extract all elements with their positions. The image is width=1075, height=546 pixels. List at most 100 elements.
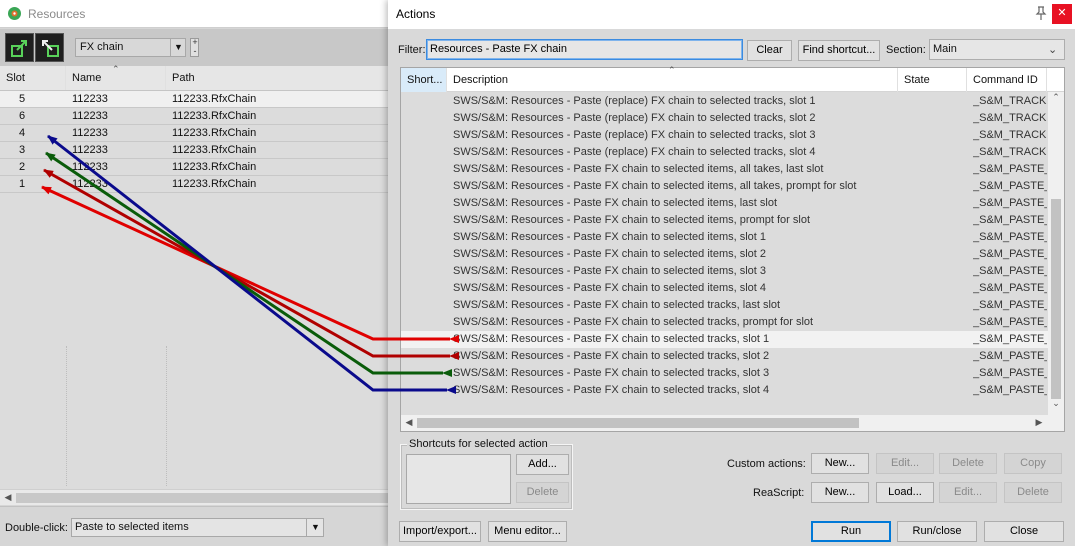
- action-command-id: _S&M_PASTE_: [973, 282, 1047, 294]
- table-row[interactable]: 4 112233 112233.RfxChain: [0, 125, 390, 142]
- scroll-right-icon[interactable]: ▶: [1033, 417, 1045, 428]
- action-description: SWS/S&M: Resources - Paste (replace) FX …: [453, 95, 816, 107]
- list-item[interactable]: SWS/S&M: Resources - Paste FX chain to s…: [401, 229, 1048, 246]
- run-button[interactable]: Run: [811, 521, 891, 542]
- list-item[interactable]: SWS/S&M: Resources - Paste FX chain to s…: [401, 331, 1048, 348]
- resources-list-header: Slot Name ⌃ Path: [0, 64, 390, 91]
- import-export-button[interactable]: Import/export...: [399, 521, 481, 542]
- list-item[interactable]: SWS/S&M: Resources - Paste (replace) FX …: [401, 93, 1048, 110]
- action-command-id: _S&M_TRACKF: [973, 112, 1047, 124]
- resources-hscrollbar[interactable]: ◀: [0, 489, 390, 505]
- action-description: SWS/S&M: Resources - Paste FX chain to s…: [453, 316, 814, 328]
- list-item[interactable]: SWS/S&M: Resources - Paste FX chain to s…: [401, 178, 1048, 195]
- custom-delete-button[interactable]: Delete: [939, 453, 997, 474]
- path-cell: 112233.RfxChain: [172, 110, 257, 122]
- minus-icon: -: [193, 46, 197, 56]
- doubleclick-select-value: Paste to selected items: [75, 521, 189, 533]
- table-row[interactable]: 6 112233 112233.RfxChain: [0, 108, 390, 125]
- menu-editor-button[interactable]: Menu editor...: [488, 521, 567, 542]
- list-item[interactable]: SWS/S&M: Resources - Paste FX chain to s…: [401, 195, 1048, 212]
- run-close-button[interactable]: Run/close: [897, 521, 977, 542]
- reascript-new-button[interactable]: New...: [811, 482, 869, 503]
- actions-vscrollbar[interactable]: ⌃ ⌄: [1048, 92, 1064, 415]
- list-item[interactable]: SWS/S&M: Resources - Paste FX chain to s…: [401, 280, 1048, 297]
- column-header-state[interactable]: State: [898, 68, 967, 92]
- reascript-delete-button[interactable]: Delete: [1004, 482, 1062, 503]
- doubleclick-bar: Double-click: Paste to selected items ▼: [0, 506, 390, 546]
- list-item[interactable]: SWS/S&M: Resources - Paste FX chain to s…: [401, 263, 1048, 280]
- action-description: SWS/S&M: Resources - Paste FX chain to s…: [453, 180, 857, 192]
- action-command-id: _S&M_TRACKF: [973, 146, 1047, 158]
- vscroll-thumb[interactable]: [1051, 199, 1061, 399]
- scroll-left-icon[interactable]: ◀: [2, 492, 14, 503]
- path-cell: 112233.RfxChain: [172, 127, 257, 139]
- reascript-edit-button[interactable]: Edit...: [939, 482, 997, 503]
- custom-copy-button[interactable]: Copy: [1004, 453, 1062, 474]
- filter-label: Filter:: [398, 44, 426, 56]
- reascript-load-button[interactable]: Load...: [876, 482, 934, 503]
- list-item[interactable]: SWS/S&M: Resources - Paste (replace) FX …: [401, 127, 1048, 144]
- auto-fill-button[interactable]: [5, 33, 34, 62]
- column-header-command-id[interactable]: Command ID: [967, 68, 1047, 92]
- pin-icon[interactable]: [1033, 5, 1049, 21]
- actions-list-header: Short... Description ⌃ State Command ID: [401, 65, 1064, 92]
- find-shortcut-button[interactable]: Find shortcut...: [798, 40, 880, 61]
- type-select[interactable]: FX chain ▼: [75, 38, 186, 57]
- action-command-id: _S&M_PASTE_: [973, 163, 1047, 175]
- action-command-id: _S&M_PASTE_: [973, 367, 1047, 379]
- list-item[interactable]: SWS/S&M: Resources - Paste (replace) FX …: [401, 144, 1048, 161]
- shortcuts-list[interactable]: [406, 454, 511, 504]
- list-item[interactable]: SWS/S&M: Resources - Paste FX chain to s…: [401, 365, 1048, 382]
- name-cell: 112233: [72, 144, 108, 156]
- section-select[interactable]: Main ⌄: [929, 39, 1065, 60]
- action-description: SWS/S&M: Resources - Paste FX chain to s…: [453, 299, 781, 311]
- column-header-shortcut[interactable]: Short...: [401, 68, 447, 92]
- action-description: SWS/S&M: Resources - Paste (replace) FX …: [453, 112, 816, 124]
- list-item[interactable]: SWS/S&M: Resources - Paste FX chain to s…: [401, 297, 1048, 314]
- shortcuts-group: Shortcuts for selected action Add... Del…: [400, 438, 573, 510]
- list-item[interactable]: SWS/S&M: Resources - Paste FX chain to s…: [401, 314, 1048, 331]
- filter-input[interactable]: Resources - Paste FX chain: [426, 39, 743, 60]
- doubleclick-select[interactable]: Paste to selected items ▼: [71, 518, 324, 537]
- hscroll-thumb[interactable]: [16, 493, 388, 503]
- table-row[interactable]: 2 112233 112233.RfxChain: [0, 159, 390, 176]
- filter-toggle-button[interactable]: + -: [190, 37, 199, 57]
- list-item[interactable]: SWS/S&M: Resources - Paste FX chain to s…: [401, 246, 1048, 263]
- list-item[interactable]: SWS/S&M: Resources - Paste FX chain to s…: [401, 161, 1048, 178]
- table-row[interactable]: 1 112233 112233.RfxChain: [0, 176, 390, 193]
- column-divider: [166, 346, 167, 486]
- list-item[interactable]: SWS/S&M: Resources - Paste (replace) FX …: [401, 110, 1048, 127]
- list-item[interactable]: SWS/S&M: Resources - Paste FX chain to s…: [401, 212, 1048, 229]
- list-item[interactable]: SWS/S&M: Resources - Paste FX chain to s…: [401, 348, 1048, 365]
- auto-save-button[interactable]: [35, 33, 64, 62]
- column-header-path[interactable]: Path: [166, 66, 390, 90]
- path-cell: 112233.RfxChain: [172, 93, 257, 105]
- action-command-id: _S&M_PASTE_: [973, 333, 1047, 345]
- path-cell: 112233.RfxChain: [172, 178, 257, 190]
- custom-new-button[interactable]: New...: [811, 453, 869, 474]
- action-description: SWS/S&M: Resources - Paste FX chain to s…: [453, 282, 767, 294]
- add-shortcut-button[interactable]: Add...: [516, 454, 569, 475]
- delete-shortcut-button[interactable]: Delete: [516, 482, 569, 503]
- actions-titlebar: Actions ✕: [388, 0, 1075, 29]
- scroll-down-icon[interactable]: ⌄: [1050, 398, 1062, 409]
- name-cell: 112233: [72, 93, 108, 105]
- clear-button[interactable]: Clear: [747, 40, 792, 61]
- custom-edit-button[interactable]: Edit...: [876, 453, 934, 474]
- list-item[interactable]: SWS/S&M: Resources - Paste FX chain to s…: [401, 382, 1048, 399]
- action-command-id: _S&M_PASTE_: [973, 231, 1047, 243]
- close-button[interactable]: Close: [984, 521, 1064, 542]
- table-row[interactable]: 3 112233 112233.RfxChain: [0, 142, 390, 159]
- action-description: SWS/S&M: Resources - Paste (replace) FX …: [453, 146, 816, 158]
- column-header-slot[interactable]: Slot: [0, 66, 66, 90]
- action-description: SWS/S&M: Resources - Paste FX chain to s…: [453, 231, 767, 243]
- hscroll-thumb[interactable]: [417, 418, 859, 428]
- close-window-button[interactable]: ✕: [1052, 4, 1072, 24]
- scroll-left-icon[interactable]: ◀: [403, 417, 415, 428]
- resources-list: Slot Name ⌃ Path 5 112233 112233.RfxChain 6…: [0, 64, 390, 489]
- actions-hscrollbar[interactable]: ◀ ▶: [401, 415, 1064, 431]
- scroll-up-icon[interactable]: ⌃: [1050, 92, 1062, 103]
- actions-window: Actions ✕ Filter: Resources - Paste FX c…: [388, 0, 1075, 546]
- action-description: SWS/S&M: Resources - Paste FX chain to s…: [453, 248, 767, 260]
- table-row[interactable]: 5 112233 112233.RfxChain: [0, 91, 390, 108]
